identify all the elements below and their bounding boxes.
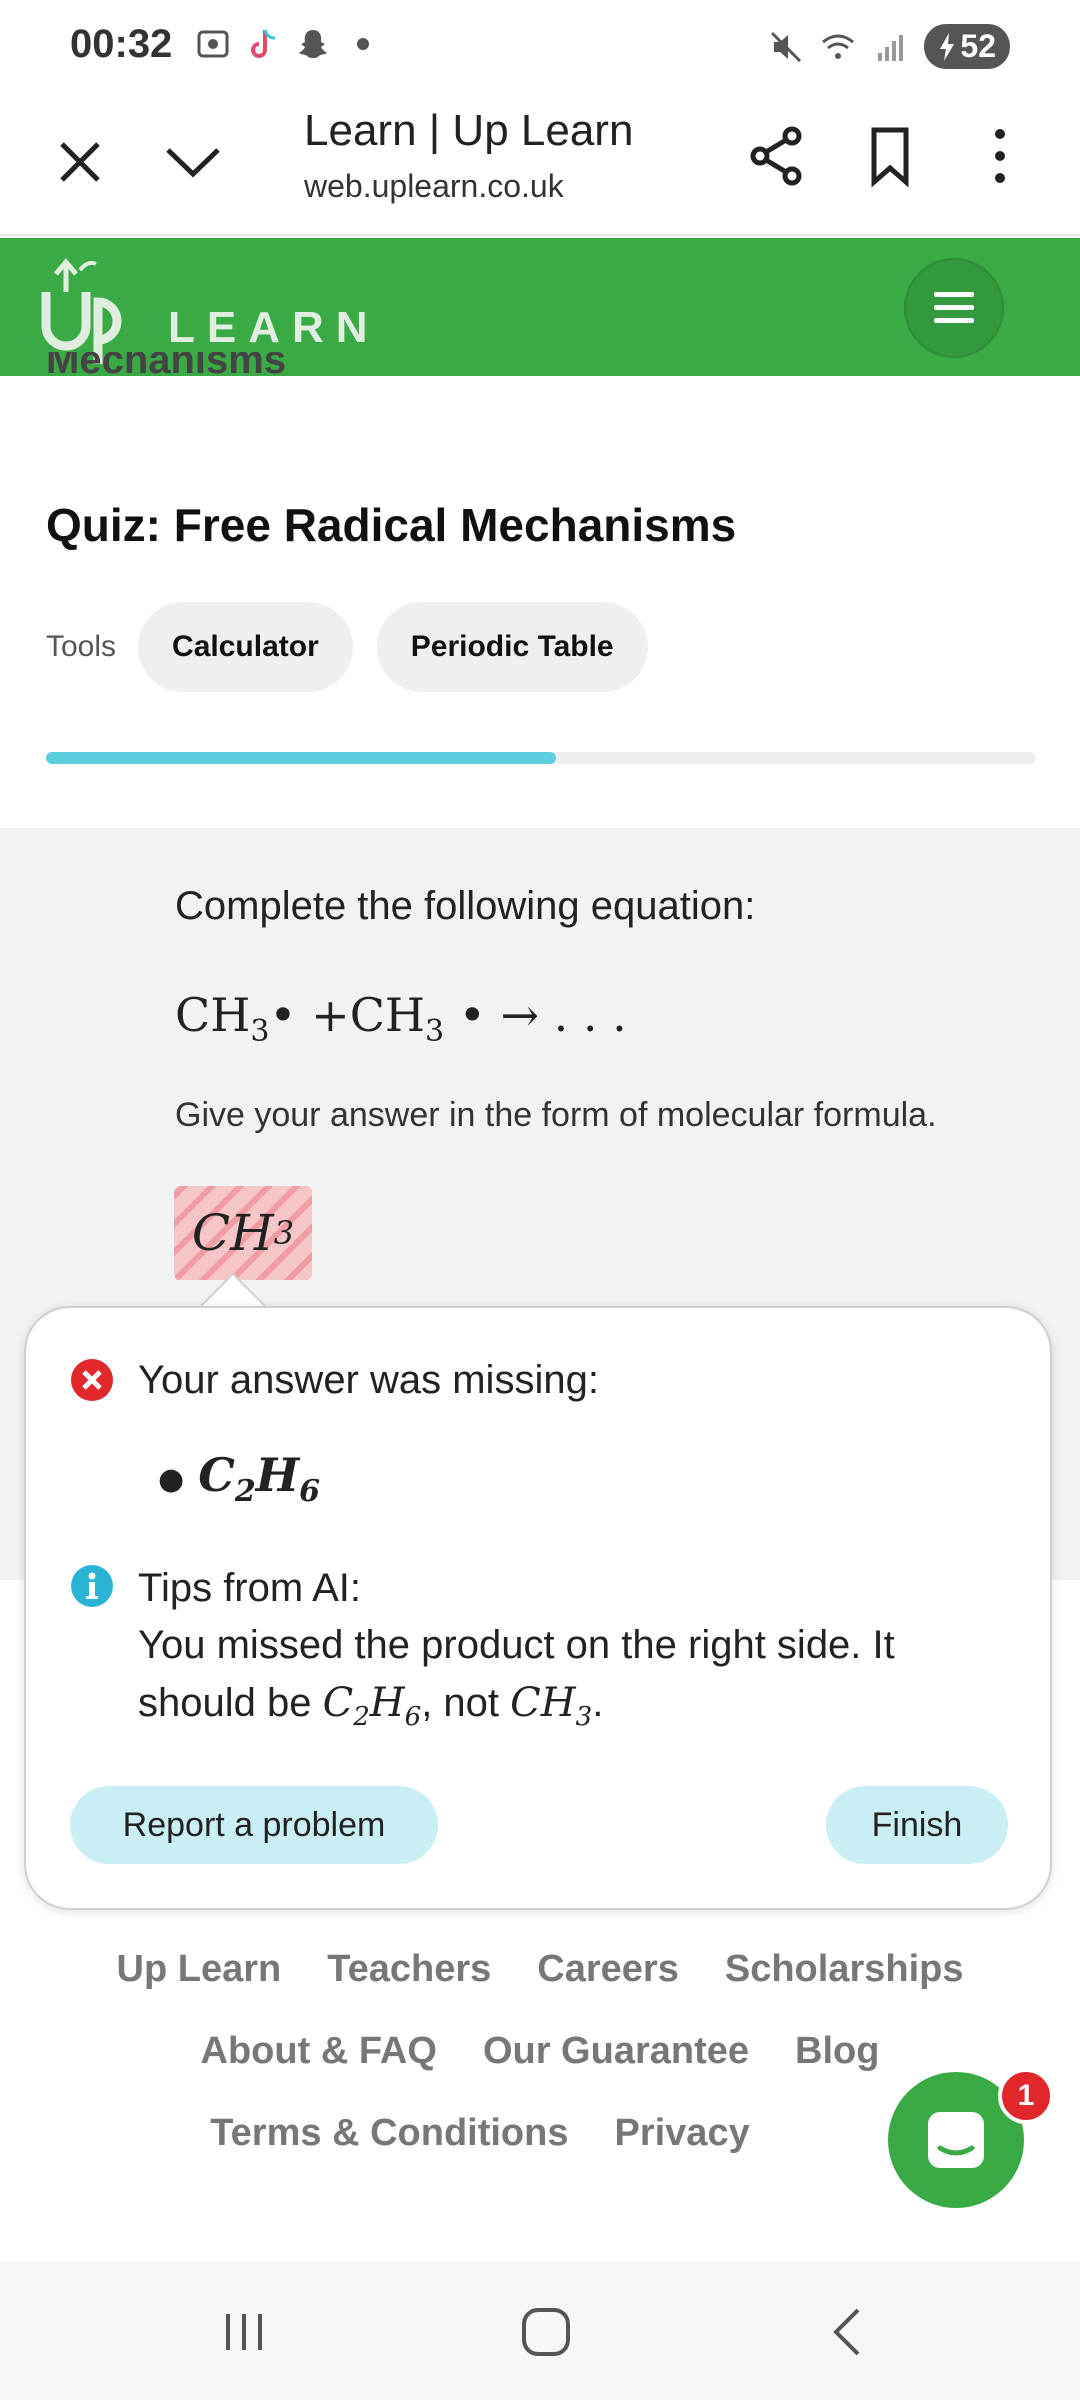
page-title: Learn | Up Learn — [304, 106, 634, 155]
snapchat-icon — [299, 30, 327, 58]
logo-text: LEARN — [168, 303, 380, 352]
question-prompt: Complete the following equation: — [175, 884, 756, 928]
report-problem-button[interactable]: Report a problem — [70, 1786, 438, 1864]
charging-icon — [940, 32, 955, 61]
tools-row: Tools Calculator Periodic Table — [46, 602, 672, 692]
screenshot-icon — [197, 30, 229, 58]
missing-label: Your answer was missing: — [138, 1358, 599, 1402]
chat-icon — [928, 2112, 984, 2168]
footer-link-about-faq[interactable]: About & FAQ — [201, 2030, 437, 2073]
periodic-table-button[interactable]: Periodic Table — [376, 602, 648, 692]
question-instruction: Give your answer in the form of molecula… — [175, 1096, 937, 1134]
footer-link-guarantee[interactable]: Our Guarantee — [483, 2030, 749, 2073]
bookmark-icon[interactable] — [858, 124, 922, 188]
page-url[interactable]: web.uplearn.co.uk — [304, 168, 564, 205]
error-icon — [71, 1359, 113, 1401]
question-equation: CH3• +CH3 • → . . . — [175, 988, 627, 1050]
footer-link-careers[interactable]: Careers — [537, 1948, 679, 1991]
menu-button[interactable] — [904, 258, 1004, 358]
quiz-progress-bar — [46, 752, 1036, 764]
tiktok-icon — [251, 29, 276, 58]
close-icon[interactable] — [50, 132, 110, 192]
status-bar: 00:32 52 — [0, 0, 1080, 96]
wifi-icon — [822, 34, 855, 59]
chat-unread-badge: 1 — [998, 2068, 1054, 2124]
share-icon[interactable] — [746, 124, 810, 188]
footer-link-up-learn[interactable]: Up Learn — [117, 1948, 282, 1991]
ai-tips-text: You missed the product on the right side… — [138, 1623, 895, 1732]
home-icon[interactable] — [516, 2302, 576, 2362]
notification-icons — [195, 26, 369, 62]
footer-link-privacy[interactable]: Privacy — [614, 2112, 749, 2155]
quiz-progress-fill — [46, 752, 556, 764]
feedback-card: Your answer was missing: ● C2H6 Tips from… — [24, 1306, 1052, 1910]
footer-row: About & FAQ Our Guarantee Blog — [0, 2010, 1080, 2092]
status-time: 00:32 — [70, 22, 173, 66]
battery-indicator: 52 — [924, 24, 1010, 69]
answer-incorrect-chip[interactable]: CH 3 — [174, 1186, 312, 1280]
footer-link-blog[interactable]: Blog — [795, 2030, 879, 2073]
footer-link-scholarships[interactable]: Scholarships — [725, 1948, 964, 1991]
hamburger-icon — [934, 292, 974, 323]
recent-apps-icon[interactable] — [214, 2302, 274, 2362]
section-title-partial: Mechanisms — [46, 352, 287, 382]
battery-level: 52 — [960, 28, 996, 64]
more-vert-icon[interactable] — [968, 124, 1032, 188]
calculator-button[interactable]: Calculator — [138, 602, 353, 692]
back-icon[interactable] — [818, 2302, 878, 2362]
footer-link-teachers[interactable]: Teachers — [327, 1948, 491, 1991]
info-icon — [71, 1565, 113, 1607]
finish-button[interactable]: Finish — [826, 1786, 1008, 1864]
footer-row: Up Learn Teachers Careers Scholarships — [0, 1928, 1080, 2010]
tools-label: Tools — [46, 630, 117, 663]
ai-tips-label: Tips from AI: — [138, 1566, 362, 1610]
status-right: 52 — [768, 24, 1010, 69]
mute-icon — [771, 31, 802, 62]
footer-link-terms[interactable]: Terms & Conditions — [210, 2112, 568, 2155]
quiz-title: Quiz: Free Radical Mechanisms — [46, 499, 737, 551]
chevron-down-icon[interactable] — [160, 132, 226, 192]
browser-toolbar: Learn | Up Learn web.uplearn.co.uk — [0, 96, 1080, 236]
up-logo-mark — [41, 258, 122, 364]
signal-icon — [878, 34, 904, 61]
more-notifications-dot — [357, 38, 369, 50]
missing-item: ● C2H6 — [158, 1448, 321, 1510]
uplearn-logo[interactable]: LEARN — [40, 252, 380, 364]
system-nav-bar — [0, 2262, 1080, 2400]
